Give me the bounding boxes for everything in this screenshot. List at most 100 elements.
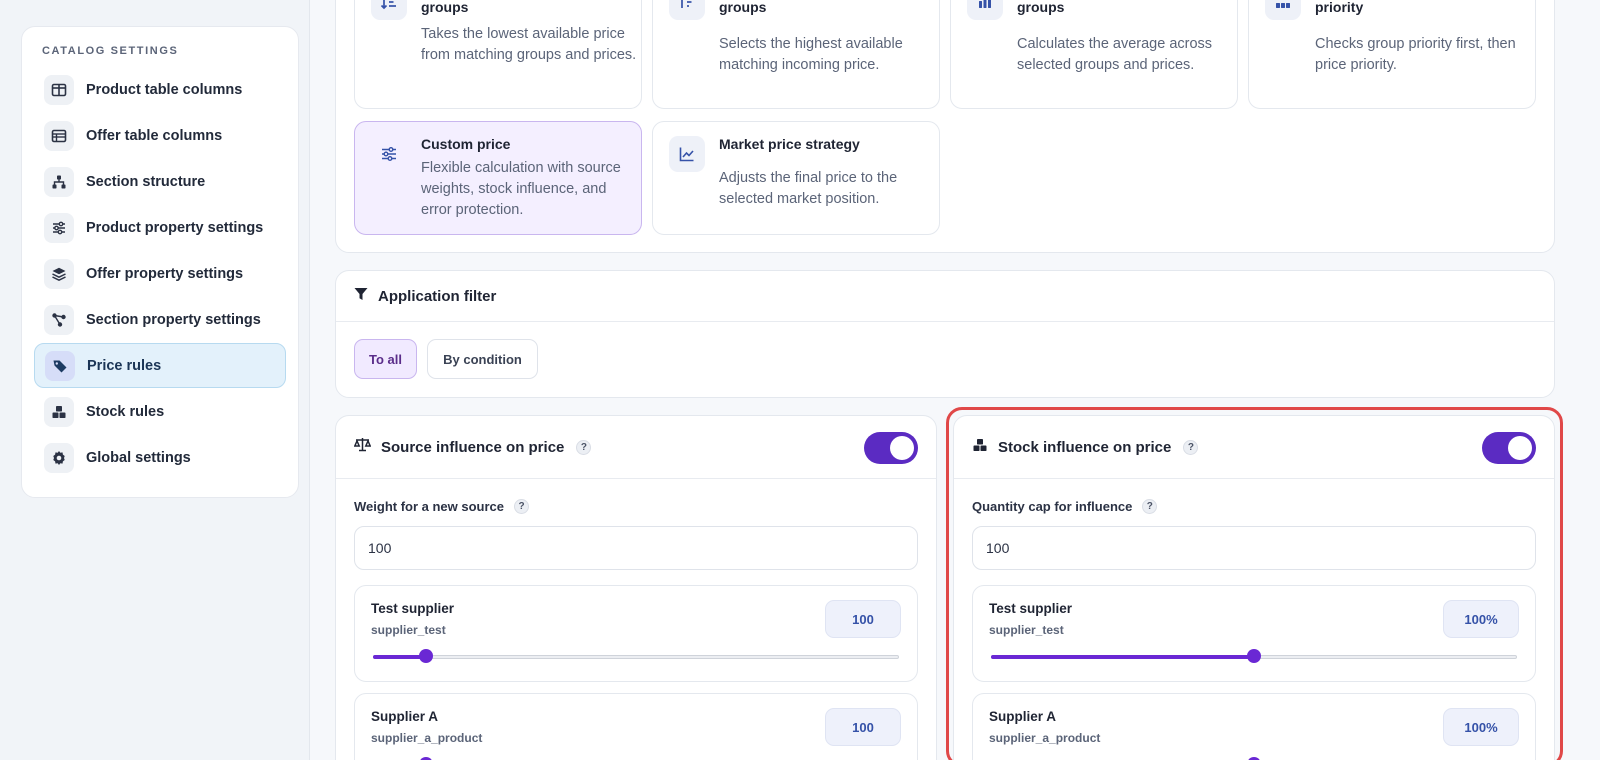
sidebar-item-offer-table-columns[interactable]: Offer table columns	[34, 113, 286, 158]
line-chart-icon	[669, 136, 705, 172]
strategy-title: Maximum price from selected groups	[719, 0, 767, 15]
sidebar-item-product-table-columns[interactable]: Product table columns	[34, 67, 286, 112]
filter-header: Application filter	[336, 271, 1554, 322]
sidebar-item-section-property-settings[interactable]: Section property settings	[34, 297, 286, 342]
priority-icon	[1265, 0, 1301, 20]
stock-influence-toggle[interactable]	[1482, 432, 1536, 464]
sidebar-item-section-structure[interactable]: Section structure	[34, 159, 286, 204]
strategy-title: Market price strategy	[719, 136, 860, 152]
sidebar-item-label: Product property settings	[86, 219, 264, 236]
supplier-code: supplier_a_product	[989, 731, 1101, 745]
strategy-title: Custom price	[421, 136, 511, 152]
sidebar-item-global-settings[interactable]: Global settings	[34, 435, 286, 480]
filter-option-by-condition[interactable]: By condition	[427, 339, 538, 379]
help-icon[interactable]: ?	[1183, 439, 1199, 455]
supplier-weight-slider[interactable]	[373, 649, 899, 663]
supplier-influence-value[interactable]: 100%	[1443, 600, 1519, 638]
bar-chart-icon	[967, 0, 1003, 20]
slider-thumb[interactable]	[418, 649, 433, 663]
supplier-influence-slider[interactable]	[991, 649, 1517, 663]
strategy-description: Flexible calculation with source weights…	[421, 160, 621, 218]
balance-scale-icon	[353, 437, 372, 457]
quantity-cap-input[interactable]: 100	[972, 526, 1536, 570]
layers-icon	[44, 258, 74, 289]
sliders-icon	[44, 212, 74, 243]
strategy-description: Adjusts the final price to the selected …	[719, 170, 898, 207]
sidebar-item-label: Global settings	[86, 449, 191, 466]
table-icon	[44, 120, 74, 151]
supplier-code: supplier_a_product	[371, 731, 483, 745]
sidebar-item-label: Product table columns	[86, 81, 243, 98]
filter-icon	[354, 287, 368, 306]
strategy-title: Average price from selected groups	[1017, 0, 1065, 15]
boxes-icon	[972, 437, 988, 458]
help-icon[interactable]: ?	[514, 499, 530, 514]
filter-option-to-all[interactable]: To all	[354, 339, 417, 379]
quantity-cap-label: Quantity cap for influence ?	[972, 499, 1158, 514]
application-filter-panel: Application filter To all By condition	[335, 270, 1555, 398]
source-influence-panel: Source influence on price ? Weight for a…	[335, 415, 937, 760]
stock-influence-panel: Stock influence on price ? Quantity cap …	[953, 415, 1555, 760]
strategy-description: Calculates the average across selected g…	[1017, 36, 1213, 73]
gear-icon	[44, 442, 74, 473]
stock-influence-title: Stock influence on price	[998, 438, 1172, 456]
sidebar-item-label: Offer property settings	[86, 265, 244, 282]
sidebar-item-offer-property-settings[interactable]: Offer property settings	[34, 251, 286, 296]
supplier-name: Test supplier	[989, 601, 1073, 616]
supplier-influence-value[interactable]: 100%	[1443, 708, 1519, 746]
source-influence-title: Source influence on price	[381, 438, 565, 456]
nodes-icon	[44, 304, 74, 335]
slider-thumb[interactable]	[1247, 649, 1261, 663]
field-label-text: Weight for a new source	[354, 499, 505, 514]
sidebar-item-label: Stock rules	[86, 403, 165, 420]
slider-track	[373, 655, 899, 659]
catalog-settings-sidebar: CATALOG SETTINGS Product table columns O…	[21, 26, 299, 498]
sidebar-item-label: Section structure	[86, 173, 206, 190]
strategy-description: Selects the highest available matching i…	[719, 36, 903, 73]
sidebar-item-label: Price rules	[87, 357, 162, 374]
strategy-card-maximum-price[interactable]: Maximum price from selected groups Selec…	[652, 0, 940, 109]
boxes-icon	[44, 396, 74, 427]
stock-supplier-row: Supplier A supplier_a_product 100%	[972, 693, 1536, 760]
stock-supplier-row: Test supplier supplier_test 100%	[972, 585, 1536, 682]
new-source-weight-label: Weight for a new source ?	[354, 499, 530, 514]
strategy-card-average-price[interactable]: Average price from selected groups Calcu…	[950, 0, 1238, 109]
tag-icon	[45, 350, 75, 381]
price-strategy-panel: Minimum price from selected groups Takes…	[335, 0, 1555, 253]
sidebar-item-product-property-settings[interactable]: Product property settings	[34, 205, 286, 250]
strategy-title: First available price by group priority	[1315, 0, 1364, 15]
field-label-text: Quantity cap for influence	[972, 499, 1133, 514]
strategy-card-minimum-price[interactable]: Minimum price from selected groups Takes…	[354, 0, 642, 109]
supplier-weight-value[interactable]: 100	[825, 708, 901, 746]
new-source-weight-input[interactable]: 100	[354, 526, 918, 570]
supplier-weight-value[interactable]: 100	[825, 600, 901, 638]
source-influence-toggle[interactable]	[864, 432, 918, 464]
sort-ascending-icon	[371, 0, 407, 20]
strategy-description: Takes the lowest available price from ma…	[421, 26, 637, 63]
source-influence-header: Source influence on price ?	[336, 416, 936, 479]
slider-fill	[373, 655, 426, 659]
sidebar-item-price-rules[interactable]: Price rules	[34, 343, 286, 388]
hierarchy-icon	[44, 166, 74, 197]
source-supplier-row: Test supplier supplier_test 100	[354, 585, 918, 682]
columns-icon	[44, 74, 74, 105]
toggle-knob	[890, 436, 914, 460]
strategy-card-market-price[interactable]: Market price strategy Adjusts the final …	[652, 121, 940, 235]
stock-influence-header: Stock influence on price ?	[954, 416, 1554, 479]
supplier-code: supplier_test	[371, 623, 446, 637]
sidebar-heading: CATALOG SETTINGS	[42, 45, 179, 57]
toggle-knob	[1508, 436, 1532, 460]
strategy-card-custom-price[interactable]: Custom price Flexible calculation with s…	[354, 121, 642, 235]
sidebar-item-label: Offer table columns	[86, 127, 223, 144]
sidebar-item-stock-rules[interactable]: Stock rules	[34, 389, 286, 434]
supplier-name: Test supplier	[371, 601, 455, 616]
source-supplier-row: Supplier A supplier_a_product 100	[354, 693, 918, 760]
supplier-code: supplier_test	[989, 623, 1064, 637]
slider-fill	[991, 655, 1254, 659]
supplier-name: Supplier A	[989, 709, 1057, 724]
strategy-card-first-available-price[interactable]: First available price by group priority …	[1248, 0, 1536, 109]
help-icon[interactable]: ?	[576, 439, 592, 455]
help-icon[interactable]: ?	[1142, 499, 1158, 514]
supplier-name: Supplier A	[371, 709, 439, 724]
sliders-icon	[371, 136, 407, 172]
